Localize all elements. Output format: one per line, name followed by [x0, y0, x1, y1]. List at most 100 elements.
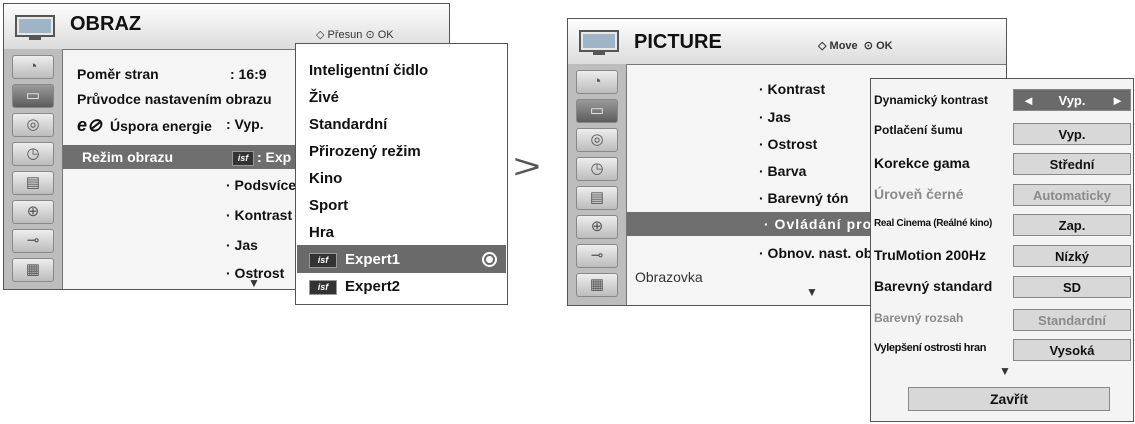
- aspect-ratio-label: Poměr stran: [77, 66, 159, 82]
- right-arrow-icon[interactable]: ►: [1111, 90, 1124, 111]
- mode-option-expert1[interactable]: isf Expert1: [309, 251, 400, 268]
- ok-icon: ⊙: [365, 29, 375, 41]
- left-scroll-down-arrow[interactable]: ▼: [248, 276, 260, 290]
- picture-wizard-label: Průvodce nastavením obrazu: [77, 91, 272, 107]
- satellite-icon[interactable]: ◔: [12, 55, 54, 79]
- picture-icon[interactable]: ▭: [576, 99, 618, 123]
- popup-scroll-down-arrow[interactable]: ▼: [999, 364, 1011, 378]
- trumotion-value[interactable]: Nízký: [1013, 245, 1131, 267]
- left-sub-item-backlight[interactable]: · Podsvíce: [226, 177, 296, 193]
- option-icon[interactable]: ▤: [12, 171, 54, 195]
- dynamic-contrast-label: Dynamický kontrast: [874, 93, 989, 107]
- energy-saving-value: : Vyp.: [226, 116, 264, 132]
- color-standard-value[interactable]: SD: [1013, 276, 1131, 298]
- noise-reduction-label: Potlačení šumu: [874, 123, 963, 137]
- aspect-ratio-value: : 16:9: [230, 66, 267, 82]
- close-button[interactable]: Zavřít: [908, 387, 1110, 411]
- picture-mode-dropdown: ◇ Přesun ⊙ OK Inteligentní čidlo Živé St…: [295, 29, 508, 305]
- menu-row-picture-wizard[interactable]: Průvodce nastavením obrazu: [77, 91, 272, 107]
- setting-row-real-cinema[interactable]: Real Cinema (Reálné kino) Zap.: [871, 212, 1135, 236]
- audio-icon[interactable]: ◎: [12, 113, 54, 137]
- usb-movie-icon[interactable]: ▦: [12, 258, 54, 282]
- selected-radio-icon: [482, 252, 497, 267]
- eco-icon: e⊘: [77, 115, 103, 135]
- left-sub-item-brightness[interactable]: · Jas: [226, 237, 258, 253]
- picture-icon[interactable]: ▭: [12, 84, 54, 108]
- left-arrow-icon[interactable]: ◄: [1022, 90, 1035, 111]
- right-item-picture-reset[interactable]: · Obnov. nast. ob: [759, 245, 872, 261]
- energy-saving-label: Úspora energie: [110, 118, 212, 134]
- option-icon[interactable]: ▤: [576, 186, 618, 210]
- menu-row-aspect-ratio[interactable]: Poměr stran : 16:9: [77, 66, 267, 82]
- mode-option-sport[interactable]: Sport: [309, 197, 348, 214]
- input-icon[interactable]: ⊸: [576, 244, 618, 268]
- color-standard-label: Barevný standard: [874, 278, 993, 294]
- mode-option-expert2[interactable]: isf Expert2: [309, 278, 400, 295]
- mode-option-natural[interactable]: Přirozený režim: [309, 143, 421, 160]
- mode-option-cinema[interactable]: Kino: [309, 170, 342, 187]
- gamma-value[interactable]: Střední: [1013, 153, 1131, 175]
- picture-mode-label: Režim obrazu: [82, 149, 174, 165]
- right-item-contrast[interactable]: · Kontrast: [759, 81, 825, 97]
- right-item-brightness[interactable]: · Jas: [759, 109, 791, 125]
- setting-row-gamma[interactable]: Korekce gama Střední: [871, 151, 1135, 175]
- satellite-icon[interactable]: ◔: [576, 70, 618, 94]
- isf-logo-icon: isf: [232, 150, 254, 166]
- right-section-screen[interactable]: Obrazovka: [635, 269, 703, 285]
- left-menu-title: OBRAZ: [70, 13, 142, 35]
- mode-option-vivid[interactable]: Živé: [309, 89, 339, 106]
- setting-row-edge-enhancer[interactable]: Vylepšení ostrosti hran Vysoká: [871, 337, 1135, 361]
- setting-row-noise-reduction[interactable]: Potlačení šumu Vyp.: [871, 121, 1135, 145]
- menu-row-picture-mode[interactable]: Režim obrazu isf: Exp: [82, 149, 291, 166]
- clock-icon[interactable]: ◷: [12, 142, 54, 166]
- lock-icon[interactable]: ⊕: [576, 215, 618, 239]
- right-item-tint[interactable]: · Barevný tón: [759, 190, 848, 206]
- left-category-column: ◔ ▭ ◎ ◷ ▤ ⊕ ⊸ ▦: [4, 49, 63, 289]
- audio-icon[interactable]: ◎: [576, 128, 618, 152]
- edge-enhancer-value[interactable]: Vysoká: [1013, 339, 1131, 361]
- setting-row-trumotion[interactable]: TruMotion 200Hz Nízký: [871, 243, 1135, 267]
- menu-row-energy-saving[interactable]: e⊘ Úspora energie : Vyp.: [77, 115, 264, 136]
- picture-mode-value: isf: Exp: [232, 149, 291, 166]
- mode-option-standard[interactable]: Standardní: [309, 116, 387, 133]
- color-gamut-label: Barevný rozsah: [874, 311, 964, 325]
- setting-row-dynamic-contrast[interactable]: Dynamický kontrast ◄ Vyp. ►: [871, 89, 1135, 111]
- right-menu-title: PICTURE: [634, 31, 722, 53]
- mode-option-intelligent-sensor[interactable]: Inteligentní čidlo: [309, 62, 428, 79]
- color-gamut-value: Standardní: [1013, 309, 1131, 331]
- setting-row-black-level[interactable]: Úroveň černé Automaticky: [871, 182, 1135, 206]
- usb-movie-icon[interactable]: ▦: [576, 273, 618, 297]
- edge-enhancer-label: Vylepšení ostrosti hran: [874, 342, 987, 354]
- noise-reduction-value[interactable]: Vyp.: [1013, 123, 1131, 145]
- clock-icon[interactable]: ◷: [576, 157, 618, 181]
- black-level-label: Úroveň černé: [874, 186, 964, 202]
- trumotion-label: TruMotion 200Hz: [874, 247, 987, 263]
- setting-row-color-standard[interactable]: Barevný standard SD: [871, 274, 1135, 298]
- right-item-sharpness[interactable]: · Ostrost: [759, 136, 817, 152]
- mode-option-game[interactable]: Hra: [309, 224, 334, 241]
- move-icon: ◇: [818, 40, 827, 52]
- lock-icon[interactable]: ⊕: [12, 200, 54, 224]
- dynamic-contrast-value[interactable]: ◄ Vyp. ►: [1013, 89, 1131, 111]
- right-menu-titlebar: PICTURE ◇ Move ⊙ OK: [568, 19, 1006, 65]
- setting-row-color-gamut[interactable]: Barevný rozsah Standardní: [871, 307, 1135, 331]
- real-cinema-value[interactable]: Zap.: [1013, 214, 1131, 236]
- left-sub-item-contrast[interactable]: · Kontrast: [226, 207, 292, 223]
- tv-icon: [579, 30, 619, 55]
- right-item-expert-control[interactable]: · Ovládání pro: [764, 216, 872, 232]
- ok-icon: ⊙: [863, 40, 873, 52]
- step-arrow-icon: >: [513, 148, 541, 186]
- expert-settings-popup: Dynamický kontrast ◄ Vyp. ► Potlačení šu…: [870, 78, 1134, 422]
- real-cinema-label: Real Cinema (Reálné kino): [874, 218, 993, 229]
- tv-icon: [15, 15, 55, 40]
- move-icon: ◇: [316, 29, 325, 41]
- black-level-value: Automaticky: [1013, 184, 1131, 206]
- right-scroll-down-arrow[interactable]: ▼: [806, 285, 818, 299]
- input-icon[interactable]: ⊸: [12, 229, 54, 253]
- gamma-label: Korekce gama: [874, 155, 970, 171]
- right-category-column: ◔ ▭ ◎ ◷ ▤ ⊕ ⊸ ▦: [568, 64, 627, 305]
- isf-logo-icon: isf: [309, 279, 337, 295]
- right-item-color[interactable]: · Barva: [759, 163, 806, 179]
- right-menu-hint: ◇ Move ⊙ OK: [818, 40, 893, 52]
- left-menu-hint: ◇ Přesun ⊙ OK: [316, 29, 394, 41]
